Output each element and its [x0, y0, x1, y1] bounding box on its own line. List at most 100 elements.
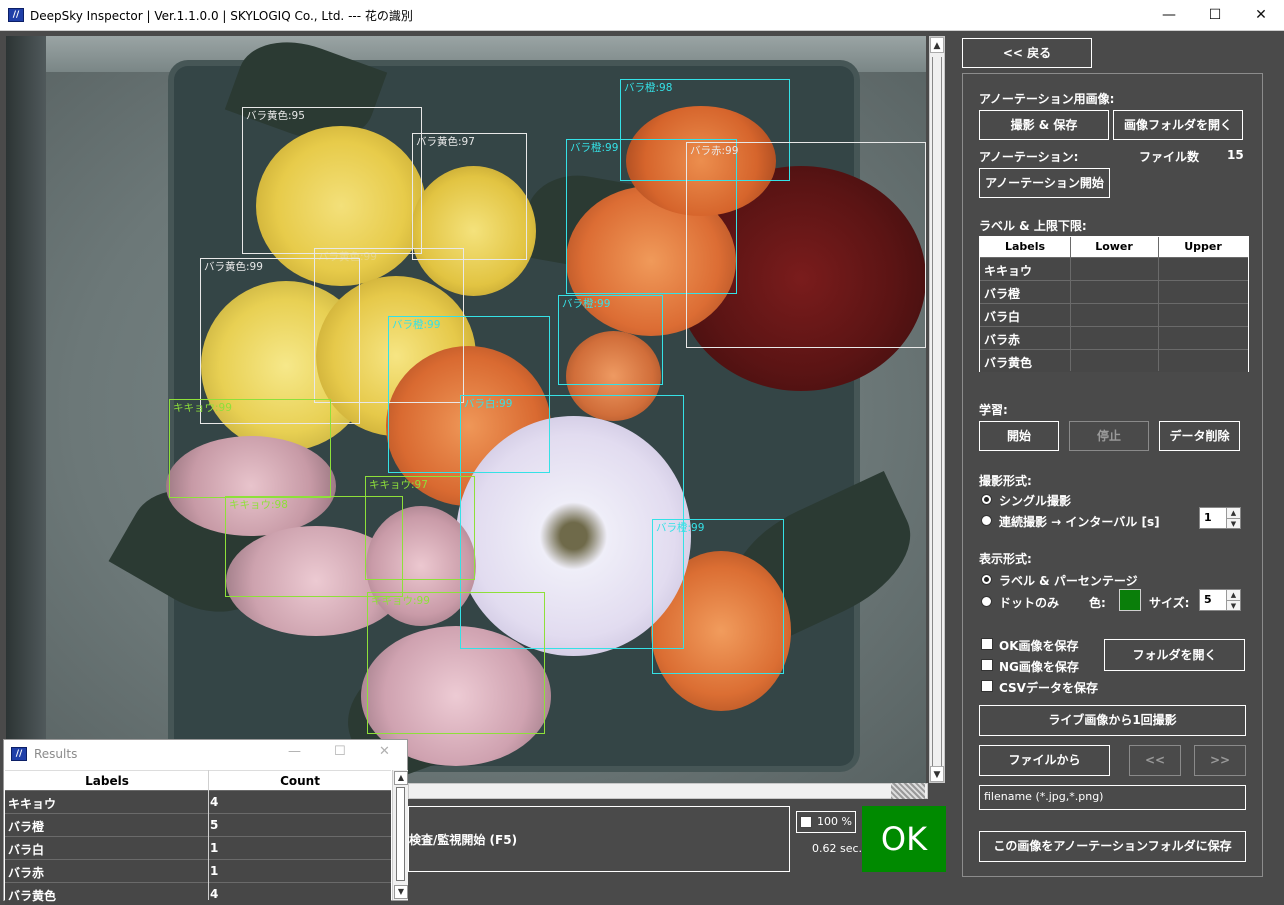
detection-box: バラ黄色:95 [242, 107, 422, 254]
save-to-annotation-button[interactable]: この画像をアノーテーションフォルダに保存 [979, 831, 1246, 862]
capture-mode-heading: 撮影形式: [979, 474, 1032, 488]
delete-data-button[interactable]: データ削除 [1159, 421, 1240, 451]
app-logo-icon: // [8, 8, 24, 22]
inspect-start-button[interactable]: 検査/監視開始 (F5) [408, 806, 790, 872]
from-file-button[interactable]: ファイルから [979, 745, 1110, 776]
display-mode-heading: 表示形式: [979, 552, 1032, 566]
color-label: 色: [1089, 596, 1106, 610]
save-ng-label: NG画像を保存 [999, 660, 1079, 674]
table-row[interactable]: バラ黄色 [980, 349, 1248, 372]
stepper-up-icon[interactable]: ▲ [1226, 590, 1240, 600]
table-header: Labels Lower Upper [980, 237, 1248, 257]
scroll-down-icon[interactable]: ▼ [930, 766, 944, 782]
detection-box: バラ黄色:97 [412, 133, 527, 260]
scroll-up-icon[interactable]: ▲ [930, 37, 944, 53]
file-count-label: ファイル数 [1139, 150, 1200, 164]
table-row[interactable]: キキョウ [980, 257, 1248, 280]
learn-start-button[interactable]: 開始 [979, 421, 1059, 451]
open-folder-button[interactable]: フォルダを開く [1104, 639, 1245, 671]
label-percent-label: ラベル & パーセンテージ [999, 574, 1138, 588]
stepper-down-icon[interactable]: ▼ [1226, 600, 1240, 610]
label-limits-table[interactable]: Labels Lower Upper キキョウ バラ橙 バラ白 バラ赤 バラ黄色 [979, 236, 1249, 372]
inspect-start-label: 検査/監視開始 (F5) [409, 833, 518, 847]
column-divider [1158, 237, 1159, 371]
continuous-capture-radio[interactable] [981, 515, 992, 526]
background-edge [6, 36, 46, 783]
resize-grip-icon[interactable] [891, 783, 925, 799]
maximize-button[interactable]: ☐ [1192, 0, 1238, 31]
detection-box: キキョウ:99 [367, 592, 545, 734]
dot-only-radio[interactable] [981, 596, 992, 607]
results-minimize-button[interactable]: — [288, 744, 301, 759]
percent-toggle[interactable]: 100 % [796, 811, 856, 833]
result-badge: OK [862, 806, 946, 872]
filename-field[interactable]: filename (*.jpg,*.png) [979, 785, 1246, 810]
column-divider [208, 770, 209, 900]
table-row[interactable]: バラ白 1 [5, 836, 391, 859]
title-bar: // DeepSky Inspector | Ver.1.1.0.0 | SKY… [0, 0, 1284, 31]
size-value: 5 [1204, 593, 1212, 606]
table-row[interactable]: バラ白 [980, 303, 1248, 326]
viewer-vertical-scrollbar[interactable]: ▲ ▼ [929, 36, 945, 783]
column-header: Count [280, 774, 320, 788]
table-row[interactable]: バラ赤 1 [5, 859, 391, 882]
dot-only-label: ドットのみ [999, 596, 1060, 610]
scroll-thumb[interactable] [396, 787, 405, 881]
table-row[interactable]: バラ黄色 4 [5, 882, 391, 905]
results-title: Results [34, 747, 78, 761]
scroll-down-icon[interactable]: ▼ [394, 885, 408, 899]
column-header: Labels [85, 774, 129, 788]
percent-checkbox[interactable] [800, 816, 812, 828]
label-limits-heading: ラベル & 上限下限: [979, 219, 1087, 233]
table-row[interactable]: バラ橙 [980, 280, 1248, 303]
capture-save-button[interactable]: 撮影 & 保存 [979, 110, 1109, 140]
save-csv-label: CSVデータを保存 [999, 681, 1098, 695]
detection-box: キキョウ:99 [169, 399, 331, 498]
table-row[interactable]: バラ赤 [980, 326, 1248, 349]
column-header: Lower [1095, 240, 1133, 253]
column-divider [1070, 237, 1071, 371]
capture-once-button[interactable]: ライブ画像から1回撮影 [979, 705, 1246, 736]
scroll-up-icon[interactable]: ▲ [394, 771, 408, 785]
prev-file-button[interactable]: << [1129, 745, 1181, 776]
interval-value: 1 [1204, 511, 1212, 524]
save-ng-checkbox[interactable] [981, 659, 993, 671]
scroll-thumb[interactable] [932, 57, 942, 777]
window-title: DeepSky Inspector | Ver.1.1.0.0 | SKYLOG… [30, 9, 413, 23]
single-capture-label: シングル撮影 [999, 494, 1072, 508]
next-file-button[interactable]: >> [1194, 745, 1246, 776]
learn-stop-button[interactable]: 停止 [1069, 421, 1149, 451]
elapsed-time: 0.62 sec. [812, 842, 863, 855]
save-ok-checkbox[interactable] [981, 638, 993, 650]
results-scrollbar[interactable]: ▲ ▼ [392, 770, 408, 900]
open-image-folder-button[interactable]: 画像フォルダを開く [1113, 110, 1243, 140]
single-capture-radio[interactable] [981, 494, 992, 505]
save-ok-label: OK画像を保存 [999, 639, 1079, 653]
viewer-horizontal-scrollbar[interactable] [408, 783, 928, 799]
results-maximize-button[interactable]: ☐ [334, 744, 346, 759]
interval-stepper[interactable]: 1 ▲ ▼ [1199, 507, 1241, 529]
size-stepper[interactable]: 5 ▲ ▼ [1199, 589, 1241, 611]
learning-heading: 学習: [979, 403, 1008, 417]
annotation-image-heading: アノーテーション用画像: [979, 92, 1115, 106]
settings-panel: アノーテーション用画像: 撮影 & 保存 画像フォルダを開く アノーテーション:… [962, 73, 1263, 877]
size-label: サイズ: [1149, 596, 1190, 610]
annotation-heading: アノーテーション: [979, 150, 1079, 164]
stepper-up-icon[interactable]: ▲ [1226, 508, 1240, 518]
annotation-start-button[interactable]: アノーテーション開始 [979, 168, 1110, 198]
results-window[interactable]: // Results — ☐ ✕ Labels Count キキョウ 4 バラ橙 5… [3, 739, 408, 905]
minimize-button[interactable]: — [1146, 0, 1192, 31]
stepper-down-icon[interactable]: ▼ [1226, 518, 1240, 528]
dot-color-swatch[interactable] [1119, 589, 1141, 611]
file-count-value: 15 [1227, 148, 1244, 162]
table-row[interactable]: キキョウ 4 [5, 790, 391, 813]
column-header: Labels [1004, 240, 1046, 253]
results-close-button[interactable]: ✕ [379, 744, 390, 759]
label-percent-radio[interactable] [981, 574, 992, 585]
results-header: Labels Count [5, 770, 391, 790]
camera-image-view[interactable]: バラ黄色:95 バラ黄色:97 バラ黄色:99 バラ黄色:99 バラ橙:98 バ… [6, 36, 926, 783]
save-csv-checkbox[interactable] [981, 680, 993, 692]
close-button[interactable]: ✕ [1238, 0, 1284, 31]
table-row[interactable]: バラ橙 5 [5, 813, 391, 836]
back-button[interactable]: << 戻る [962, 38, 1092, 68]
